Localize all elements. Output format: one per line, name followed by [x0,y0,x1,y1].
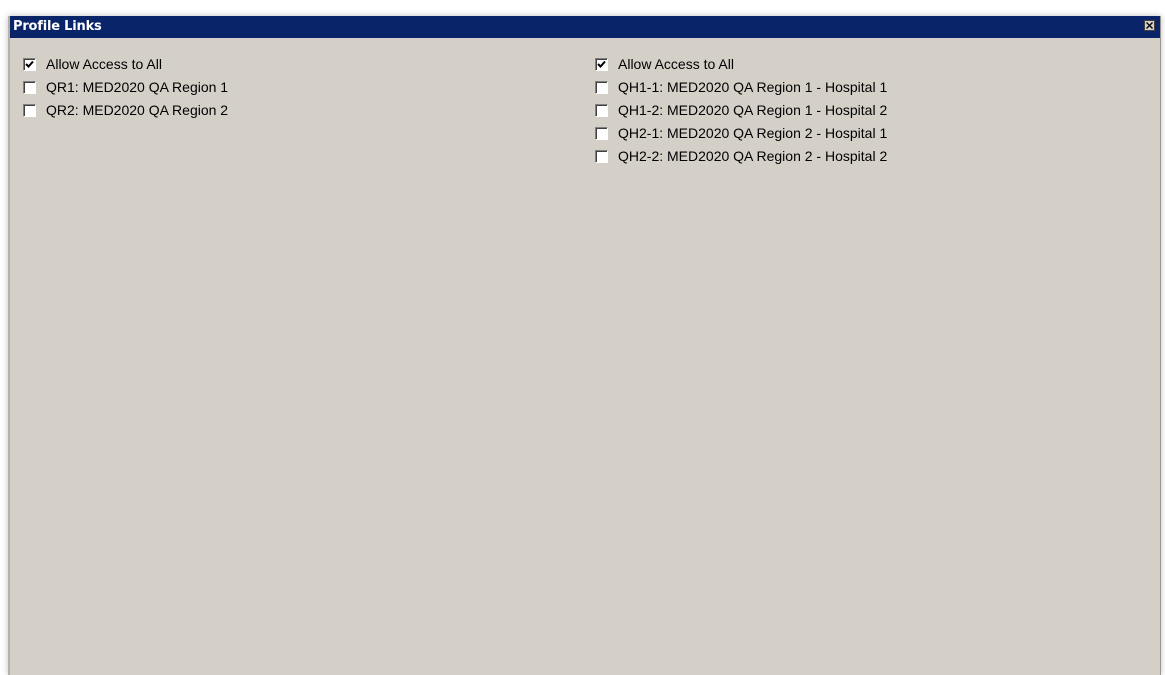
checkbox-label[interactable]: QH2-1: MED2020 QA Region 2 - Hospital 1 [618,125,887,141]
close-button[interactable] [1144,20,1155,31]
checkbox[interactable] [595,80,608,94]
region-links-column: Allow Access to All QR1: MED2020 QA Regi… [23,49,228,125]
checkbox[interactable] [23,103,36,117]
checkbox-label[interactable]: Allow Access to All [46,56,162,72]
checkbox[interactable] [23,57,36,71]
region-link-qr2[interactable]: QR2: MED2020 QA Region 2 [23,95,228,125]
checkbox[interactable] [595,126,608,140]
hospital-link-qh2-2[interactable]: QH2-2: MED2020 QA Region 2 - Hospital 2 [595,141,887,171]
checkbox-label[interactable]: QR1: MED2020 QA Region 1 [46,79,228,95]
checkbox[interactable] [595,103,608,117]
checkbox-label[interactable]: QR2: MED2020 QA Region 2 [46,102,228,118]
title-bar[interactable]: Profile Links [10,16,1160,38]
checkmark-icon [25,60,34,68]
window-title: Profile Links [13,19,102,34]
profile-links-window: Profile Links Allow Access to All QR1: M… [8,16,1161,675]
hospital-links-column: Allow Access to All QH1-1: MED2020 QA Re… [595,49,887,171]
checkbox[interactable] [595,149,608,163]
checkbox-label[interactable]: QH2-2: MED2020 QA Region 2 - Hospital 2 [618,148,887,164]
checkbox[interactable] [23,80,36,94]
checkmark-icon [597,60,606,68]
close-icon [1146,22,1153,29]
checkbox-label[interactable]: QH1-2: MED2020 QA Region 1 - Hospital 2 [618,102,887,118]
checkbox-label[interactable]: Allow Access to All [618,56,734,72]
checkbox-label[interactable]: QH1-1: MED2020 QA Region 1 - Hospital 1 [618,79,887,95]
checkbox[interactable] [595,57,608,71]
